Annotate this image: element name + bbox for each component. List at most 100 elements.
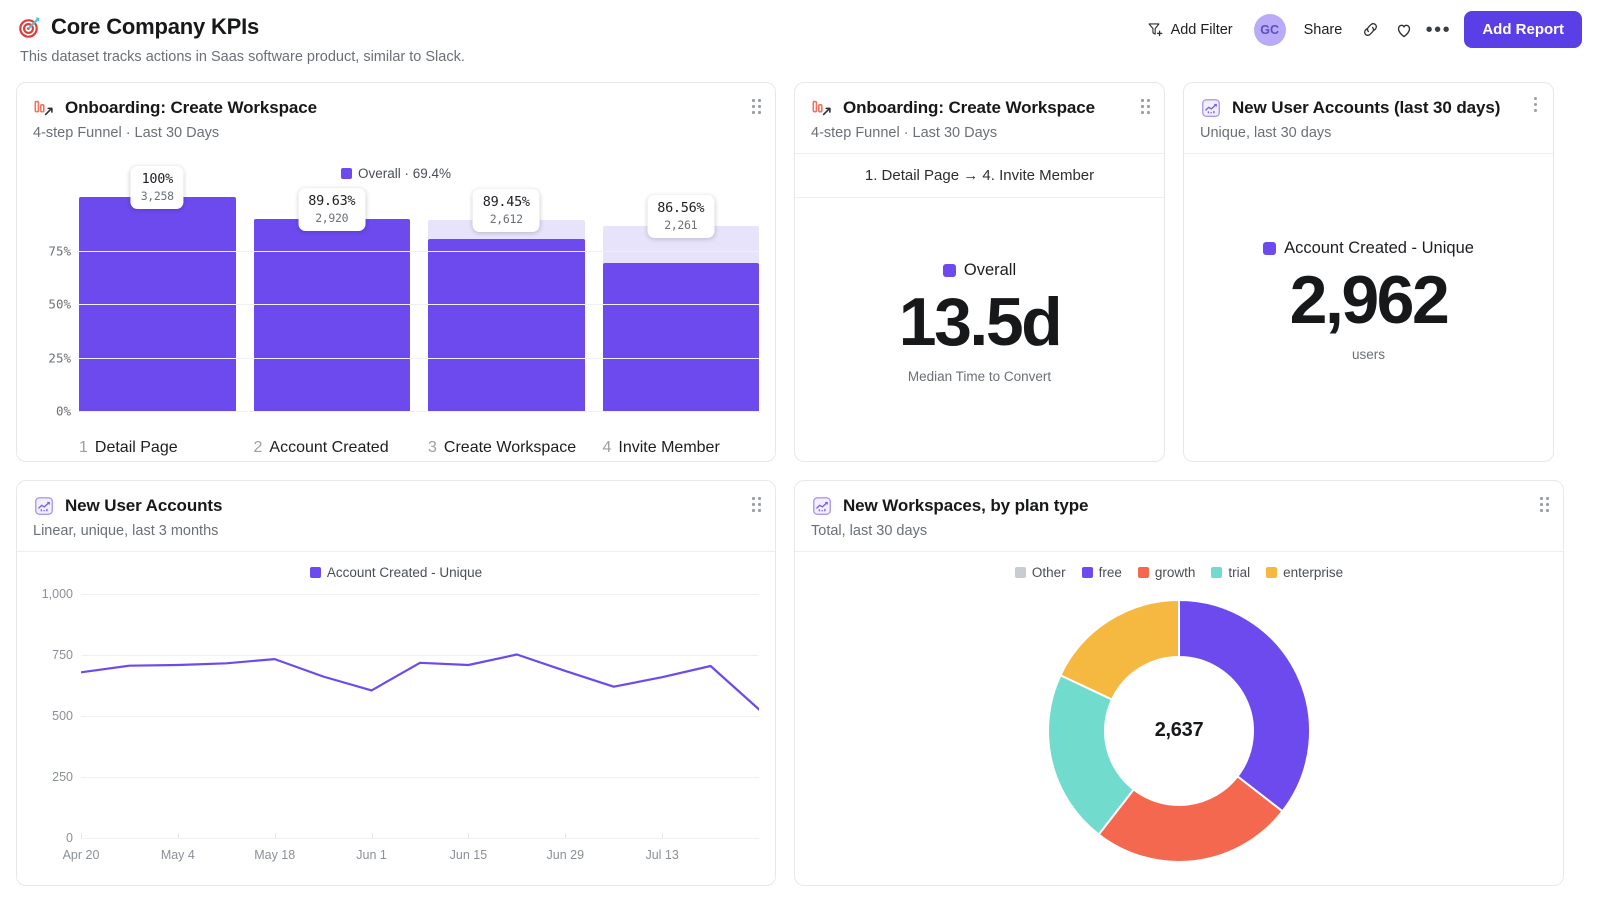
card-title: New Workspaces, by plan type — [843, 496, 1089, 515]
copy-link-button[interactable] — [1353, 13, 1387, 47]
line-x-tick: Jun 15 — [449, 848, 488, 862]
funnel-x-labels: 1 Detail Page 2 Account Created 3 Create Work… — [79, 439, 759, 457]
metric-value: 13.5d — [898, 284, 1063, 361]
legend-label: free — [1098, 565, 1122, 580]
add-filter-button[interactable]: Add Filter — [1136, 15, 1244, 44]
line-tick-mark — [274, 833, 276, 838]
card-subtitle: Total, last 30 days — [811, 523, 928, 539]
card-new-user-accounts-line: New User Accounts Linear, unique, last 3… — [16, 480, 776, 886]
legend-swatch — [1211, 567, 1223, 578]
card-title: Onboarding: Create Workspace — [843, 98, 1095, 117]
legend-label: Overall — [963, 261, 1017, 280]
line-legend: Account Created - Unique — [17, 552, 775, 580]
metric-body: Overall 13.5d Median Time to Convert — [795, 198, 1164, 461]
legend-item-growth[interactable]: growth — [1137, 565, 1195, 580]
funnel-step-name: Invite Member — [618, 439, 720, 456]
line-chart-icon — [1202, 99, 1220, 117]
share-label: Share — [1303, 21, 1343, 38]
link-icon — [1363, 23, 1377, 36]
funnel-bar-count: 2,612 — [489, 211, 523, 226]
funnel-gridline — [79, 304, 759, 305]
page-header: Core Company KPIs This dataset tracks ac… — [0, 0, 1600, 82]
funnel-y-tick: 25% — [48, 350, 71, 365]
funnel-gridline — [79, 411, 759, 412]
card-body: Other free growth trial enterprise 2,637 — [795, 552, 1563, 885]
donut-slice-enterprise[interactable] — [1059, 599, 1180, 701]
line-path — [81, 653, 759, 711]
kebab-icon[interactable] — [1534, 97, 1537, 112]
card-header: Onboarding: Create Workspace 4-step Funn… — [17, 83, 775, 153]
line-series-svg — [81, 653, 759, 711]
funnel-y-axis: 0% 25% 50% 75% — [33, 197, 75, 419]
line-tick-mark — [468, 833, 470, 838]
legend-label: Overall · 69.4% — [357, 166, 452, 181]
funnel-bar-percent: 89.63% — [308, 193, 356, 210]
line-y-tick: 1,000 — [41, 587, 73, 601]
card-body: Account Created - Unique 0 250 500 750 1,000… — [17, 552, 775, 885]
legend-swatch — [1081, 567, 1093, 578]
funnel-bar-tooltip: 89.63% 2,920 — [298, 188, 366, 232]
funnel-y-tick: 50% — [48, 296, 71, 312]
funnel-step-label: 1 Detail Page — [79, 439, 236, 457]
card-title: New User Accounts — [65, 496, 223, 515]
drag-handle-icon[interactable] — [752, 99, 761, 114]
metric-body: Account Created - Unique 2,962 users — [1184, 154, 1553, 461]
line-x-tick: May 4 — [160, 848, 195, 862]
funnel-step-label: 4 Invite Member — [603, 439, 760, 457]
line-x-tick: May 18 — [254, 848, 296, 862]
card-new-workspaces-by-plan: New Workspaces, by plan type Total, last… — [794, 480, 1564, 886]
line-y-tick: 500 — [52, 709, 73, 723]
line-tick-mark — [565, 833, 567, 838]
legend-label: trial — [1228, 565, 1251, 580]
drag-handle-icon[interactable] — [1141, 99, 1150, 114]
line-gridline — [81, 838, 759, 839]
legend-label: Account Created - Unique — [1284, 239, 1474, 258]
card-header: New User Accounts (last 30 days) Unique,… — [1184, 83, 1553, 153]
card-median-time: Onboarding: Create Workspace 4-step Funn… — [794, 82, 1165, 462]
legend-item-overall: Overall · 69.4% — [340, 166, 452, 181]
funnel-bar-count: 3,258 — [140, 189, 174, 203]
legend-item-other[interactable]: Other — [1014, 565, 1066, 580]
legend-item-trial[interactable]: trial — [1211, 565, 1250, 580]
avatar[interactable]: GC — [1253, 13, 1286, 46]
dashboard-row-1: Onboarding: Create Workspace 4-step Funn… — [16, 82, 1584, 462]
line-x-tick: Jul 13 — [645, 848, 679, 862]
drag-handle-icon[interactable] — [1540, 497, 1549, 512]
funnel-step-label: 2 Account Created — [254, 439, 411, 457]
donut-center-label: 2,637 — [1154, 719, 1204, 741]
dashboard-row-2: New User Accounts Linear, unique, last 3… — [16, 480, 1584, 886]
legend-item-enterprise[interactable]: enterprise — [1266, 565, 1343, 580]
line-tick-mark — [81, 833, 82, 838]
line-tick-mark — [177, 833, 179, 838]
funnel-bar-tooltip: 89.45% 2,612 — [472, 188, 540, 232]
favorite-button[interactable] — [1387, 13, 1421, 47]
card-title: Onboarding: Create Workspace — [65, 98, 317, 117]
card-body: Overall · 69.4% 0% 25% 50% 75% 100% 3,258 89.… — [17, 153, 775, 461]
card-title-row: New User Accounts (last 30 days) — [1200, 97, 1537, 119]
funnel-step-range: 1. Detail Page → 4. Invite Member — [864, 167, 1095, 184]
add-filter-label: Add Filter — [1170, 21, 1233, 38]
add-report-button[interactable]: Add Report — [1464, 11, 1582, 48]
funnel-step-number: 1 — [79, 439, 88, 456]
card-subtitle: 4-step Funnel · Last 30 Days — [811, 125, 998, 141]
line-y-tick: 750 — [52, 648, 73, 662]
drag-handle-icon[interactable] — [752, 497, 761, 512]
dashboard-grid: Onboarding: Create Workspace 4-step Funn… — [0, 82, 1600, 886]
donut-slice-free[interactable] — [1178, 599, 1310, 813]
more-options-button[interactable]: ••• — [1421, 13, 1455, 47]
funnel-y-tick: 0% — [55, 403, 71, 419]
card-title-row: Onboarding: Create Workspace — [33, 97, 759, 119]
funnel-bar-tooltip: 86.56% 2,261 — [647, 194, 715, 238]
donut-legend: Other free growth trial enterprise — [795, 552, 1563, 580]
legend-swatch — [309, 567, 321, 578]
line-chart-area: 0 250 500 750 1,000 Apr 20 May 4 May 18 Jun 1 Jun… — [17, 580, 775, 880]
line-y-tick: 0 — [66, 831, 73, 845]
funnel-chart-area: 0% 25% 50% 75% 100% 3,258 89.63% 2,920 89.45% 2,… — [17, 166, 775, 461]
legend-item-account-created: Account Created - Unique — [309, 565, 482, 580]
metric-value: 2,962 — [1289, 262, 1450, 339]
legend-item-free[interactable]: free — [1081, 565, 1122, 580]
funnel-step-number: 3 — [428, 439, 437, 456]
legend-swatch — [1137, 567, 1149, 578]
funnel-bar-tooltip: 100% 3,258 — [130, 166, 184, 209]
share-button[interactable]: Share — [1293, 16, 1354, 44]
